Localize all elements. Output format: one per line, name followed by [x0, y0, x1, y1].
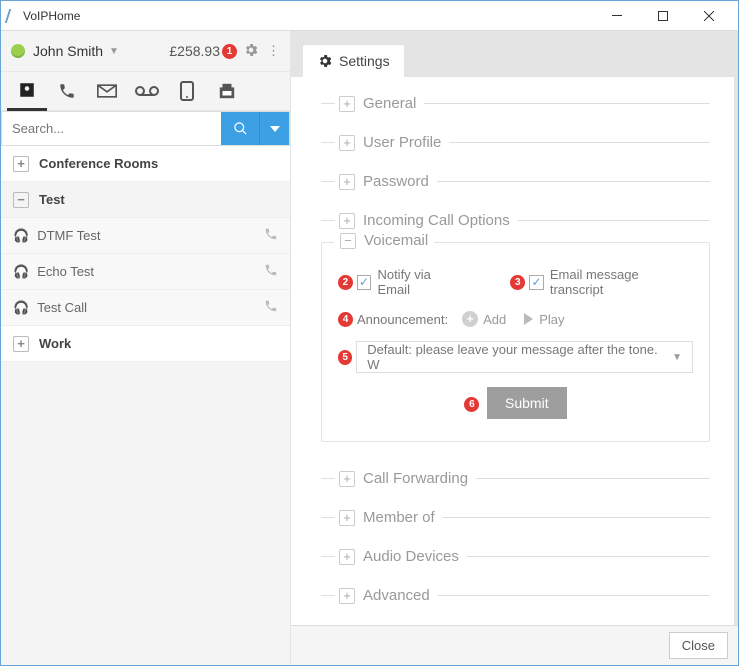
section-advanced[interactable]: +Advanced: [321, 587, 710, 604]
play-announcement-button[interactable]: Play: [524, 312, 564, 327]
close-window-button[interactable]: [686, 1, 732, 30]
search-row: [1, 111, 290, 146]
notify-email-checkbox[interactable]: ✓: [357, 275, 372, 290]
footer: Close: [291, 625, 738, 665]
contact-test-call[interactable]: 🎧 Test Call: [1, 290, 290, 326]
fax-tab-icon[interactable]: [207, 71, 247, 111]
callout-6: 6: [464, 397, 479, 412]
mobile-tab-icon[interactable]: [167, 71, 207, 111]
messages-tab-icon[interactable]: [87, 71, 127, 111]
more-menu-icon[interactable]: ⋮: [267, 49, 280, 53]
settings-gear-icon[interactable]: [243, 42, 259, 61]
headset-icon: 🎧: [13, 228, 29, 244]
section-voicemail: −Voicemail 2 ✓ Notify via Email 3 ✓ Emai…: [321, 242, 710, 442]
search-filter-button[interactable]: [259, 112, 289, 145]
section-member-of[interactable]: +Member of: [321, 509, 710, 526]
balance-value: £258.93: [169, 43, 220, 59]
collapse-icon: −: [13, 192, 29, 208]
maximize-button[interactable]: [640, 1, 686, 30]
sidebar: John Smith ▼ £258.93 1 ⋮ + Conference Ro…: [1, 31, 291, 665]
callout-3: 3: [510, 275, 525, 290]
announcement-label: Announcement:: [357, 312, 448, 327]
main-panel: Settings +General +User Profile +Passwor…: [291, 31, 738, 665]
group-label: Conference Rooms: [39, 156, 158, 171]
search-button[interactable]: [221, 112, 259, 145]
play-icon: [524, 313, 533, 325]
contact-echo-test[interactable]: 🎧 Echo Test: [1, 254, 290, 290]
contact-label: Test Call: [37, 300, 87, 315]
voicemail-header[interactable]: −Voicemail: [334, 232, 434, 249]
calls-tab-icon[interactable]: [47, 71, 87, 111]
minimize-button[interactable]: [594, 1, 640, 30]
add-announcement-button[interactable]: +Add: [462, 311, 506, 327]
callout-5: 5: [338, 350, 352, 365]
contacts-tab-icon[interactable]: [7, 71, 47, 111]
tab-settings[interactable]: Settings: [303, 45, 404, 77]
group-work[interactable]: + Work: [1, 326, 290, 362]
group-test[interactable]: − Test: [1, 182, 290, 218]
notify-email-label: Notify via Email: [377, 267, 465, 297]
section-audio-devices[interactable]: +Audio Devices: [321, 548, 710, 565]
settings-panel[interactable]: +General +User Profile +Password +Incomi…: [291, 77, 734, 625]
callout-1: 1: [222, 44, 237, 59]
phone-icon[interactable]: [264, 227, 278, 244]
callout-2: 2: [338, 275, 353, 290]
dropdown-value: Default: please leave your message after…: [367, 342, 672, 372]
group-label: Work: [39, 336, 71, 351]
phone-icon[interactable]: [264, 263, 278, 280]
search-input[interactable]: [2, 112, 221, 145]
tab-label: Settings: [339, 53, 390, 69]
expand-icon: +: [13, 336, 29, 352]
section-user-profile[interactable]: +User Profile: [321, 134, 710, 151]
section-incoming-call[interactable]: +Incoming Call Options: [321, 212, 710, 229]
group-conference-rooms[interactable]: + Conference Rooms: [1, 146, 290, 182]
plus-icon: +: [462, 311, 478, 327]
voicemail-tab-icon[interactable]: [127, 71, 167, 111]
section-general[interactable]: +General: [321, 95, 710, 112]
transcript-checkbox[interactable]: ✓: [529, 275, 544, 290]
section-password[interactable]: +Password: [321, 173, 710, 190]
chevron-down-icon: ▼: [672, 352, 682, 363]
callout-4: 4: [338, 312, 353, 327]
submit-button[interactable]: Submit: [487, 387, 567, 419]
nav-tabs: [1, 71, 290, 111]
gear-icon: [317, 53, 333, 69]
app-icon: [5, 9, 20, 23]
headset-icon: 🎧: [13, 300, 29, 316]
announcement-select[interactable]: Default: please leave your message after…: [356, 341, 693, 373]
close-button[interactable]: Close: [669, 632, 728, 659]
contact-dtmf-test[interactable]: 🎧 DTMF Test: [1, 218, 290, 254]
contact-label: Echo Test: [37, 264, 94, 279]
contact-label: DTMF Test: [37, 228, 100, 243]
section-call-forwarding[interactable]: +Call Forwarding: [321, 470, 710, 487]
presence-indicator-icon[interactable]: [11, 44, 25, 58]
group-label: Test: [39, 192, 65, 207]
headset-icon: 🎧: [13, 264, 29, 280]
expand-icon: +: [13, 156, 29, 172]
transcript-label: Email message transcript: [550, 267, 693, 297]
title-bar: VoIPHome: [1, 1, 738, 31]
app-title: VoIPHome: [23, 9, 80, 23]
user-menu-chevron-icon[interactable]: ▼: [109, 46, 119, 57]
user-name[interactable]: John Smith: [33, 43, 103, 59]
phone-icon[interactable]: [264, 299, 278, 316]
